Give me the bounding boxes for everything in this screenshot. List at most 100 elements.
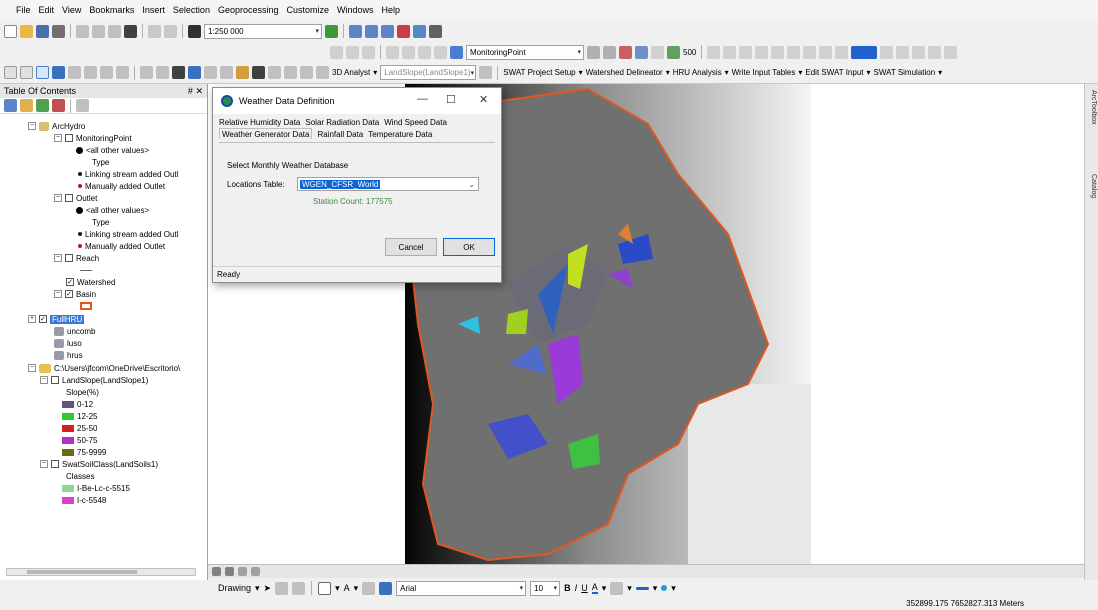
italic-icon[interactable]: I bbox=[575, 583, 578, 593]
menu-view[interactable]: View bbox=[62, 5, 81, 15]
toc-table-hrus[interactable]: hrus bbox=[54, 349, 83, 361]
color-swatch-icon[interactable] bbox=[851, 45, 878, 59]
font-size-combo[interactable]: 10 ▾ bbox=[530, 580, 561, 596]
pause-drawing-icon[interactable] bbox=[251, 567, 260, 576]
menu-file[interactable]: File bbox=[16, 5, 31, 15]
effects-icon[interactable] bbox=[896, 45, 910, 59]
locations-table-select[interactable]: WGEN_CFSR_World ⌄ bbox=[297, 177, 479, 191]
new-document-icon[interactable] bbox=[4, 24, 17, 38]
target-layer-combo[interactable]: MonitoringPoint ▾ bbox=[466, 44, 584, 60]
trace-tool-icon[interactable] bbox=[362, 45, 375, 59]
measure-icon[interactable] bbox=[236, 66, 249, 79]
paste-icon[interactable] bbox=[108, 24, 121, 38]
sketch-tool-icon[interactable] bbox=[330, 45, 343, 59]
swipe-icon[interactable] bbox=[912, 45, 926, 59]
display-icon[interactable] bbox=[587, 45, 600, 59]
refresh-icon[interactable] bbox=[238, 567, 247, 576]
forward-extent-icon[interactable] bbox=[116, 66, 129, 79]
visibility-checkbox[interactable]: ✓ bbox=[66, 278, 74, 286]
select-elements-icon[interactable] bbox=[172, 66, 185, 79]
horizontal-scrollbar[interactable] bbox=[6, 568, 196, 576]
toc-layer-watershed[interactable]: ✓ Watershed bbox=[66, 276, 115, 288]
add-data-icon[interactable] bbox=[188, 24, 201, 38]
time-slider-icon[interactable] bbox=[300, 66, 313, 79]
open-folder-icon[interactable] bbox=[20, 24, 33, 38]
find-route-icon[interactable] bbox=[268, 66, 281, 79]
flag-icon[interactable] bbox=[619, 45, 632, 59]
editor-toolbar-icon[interactable] bbox=[325, 24, 338, 38]
transparency-icon[interactable] bbox=[944, 45, 958, 59]
scrollbar-thumb[interactable] bbox=[27, 570, 137, 574]
snap-vertex-icon[interactable] bbox=[755, 45, 769, 59]
identify-icon[interactable] bbox=[188, 66, 201, 79]
model-builder-icon[interactable] bbox=[429, 24, 442, 38]
toc-group-archydro[interactable]: − ArcHydro bbox=[28, 120, 85, 132]
visibility-checkbox[interactable]: ✓ bbox=[39, 315, 47, 323]
collapse-icon[interactable]: − bbox=[40, 376, 48, 384]
tab-solar-radiation[interactable]: Solar Radiation Data bbox=[305, 118, 379, 127]
interpolate-icon[interactable] bbox=[479, 66, 493, 79]
table-icon[interactable] bbox=[787, 45, 801, 59]
dropdown-icon[interactable] bbox=[880, 45, 894, 59]
html-popup-icon[interactable] bbox=[220, 66, 233, 79]
pin-icon[interactable]: # bbox=[188, 86, 193, 96]
full-extent-icon[interactable] bbox=[52, 66, 65, 79]
layout-view-icon[interactable] bbox=[225, 567, 234, 576]
visibility-checkbox[interactable] bbox=[65, 254, 73, 262]
vertex-tool-icon[interactable] bbox=[346, 45, 359, 59]
menu-bookmarks[interactable]: Bookmarks bbox=[89, 5, 134, 15]
snap-edge-icon[interactable] bbox=[771, 45, 785, 59]
edit-vertices-icon[interactable] bbox=[362, 581, 376, 595]
save-icon[interactable] bbox=[36, 24, 49, 38]
tolerance-value[interactable]: 500 bbox=[683, 48, 696, 57]
select-features-icon[interactable] bbox=[140, 66, 153, 79]
fixed-zoom-in-icon[interactable] bbox=[68, 66, 81, 79]
undo-icon[interactable] bbox=[148, 24, 161, 38]
text-tool-icon[interactable]: A bbox=[344, 583, 350, 593]
toc-layer-soils[interactable]: − SwatSoilClass(LandSoils1) bbox=[40, 458, 158, 470]
grid-icon[interactable] bbox=[651, 45, 664, 59]
tab-wind-speed[interactable]: Wind Speed Data bbox=[384, 118, 447, 127]
print-icon[interactable] bbox=[52, 24, 65, 38]
select-elements-icon[interactable]: ➤ bbox=[264, 583, 272, 594]
ok-button[interactable]: OK bbox=[443, 238, 495, 256]
snapping-icon[interactable] bbox=[707, 45, 721, 59]
toc-layer-basin[interactable]: − ✓ Basin bbox=[54, 288, 96, 300]
font-color-icon[interactable]: A bbox=[591, 582, 598, 594]
list-by-selection-icon[interactable] bbox=[52, 99, 65, 112]
go-to-xy-icon[interactable] bbox=[284, 66, 297, 79]
catalog-window-icon[interactable] bbox=[365, 24, 378, 38]
visibility-checkbox[interactable] bbox=[51, 376, 59, 384]
menu-selection[interactable]: Selection bbox=[173, 5, 210, 15]
viewer-icon[interactable] bbox=[316, 66, 329, 79]
toc-layer-fullhru[interactable]: + ✓ FullHRU bbox=[28, 313, 85, 325]
collapse-icon[interactable]: − bbox=[28, 122, 36, 130]
menu-insert[interactable]: Insert bbox=[142, 5, 165, 15]
analyst-layer-combo[interactable]: LandSlope(LandSlope1) ▾ bbox=[380, 65, 477, 80]
arctoolbox-tab[interactable]: ArcToolbox bbox=[1087, 90, 1097, 125]
toc-table-luso[interactable]: luso bbox=[54, 337, 82, 349]
expand-icon[interactable]: + bbox=[28, 315, 36, 323]
list-by-visibility-icon[interactable] bbox=[36, 99, 49, 112]
visibility-checkbox[interactable]: ✓ bbox=[65, 290, 73, 298]
cancel-button[interactable]: Cancel bbox=[385, 238, 437, 256]
data-view-icon[interactable] bbox=[212, 567, 221, 576]
flicker-icon[interactable] bbox=[928, 45, 942, 59]
font-combo[interactable]: Arial ▾ bbox=[396, 580, 527, 596]
menu-help[interactable]: Help bbox=[382, 5, 401, 15]
pan-icon[interactable] bbox=[36, 66, 49, 79]
visibility-checkbox[interactable] bbox=[65, 134, 73, 142]
collapse-icon[interactable]: − bbox=[54, 194, 62, 202]
collapse-icon[interactable]: − bbox=[54, 254, 62, 262]
menu-edit[interactable]: Edit bbox=[39, 5, 55, 15]
collapse-icon[interactable]: − bbox=[54, 290, 62, 298]
edit-swat-input-menu[interactable]: Edit SWAT Input bbox=[805, 68, 863, 77]
cut-icon[interactable] bbox=[76, 24, 89, 38]
collapse-icon[interactable]: − bbox=[28, 364, 36, 372]
maximize-icon[interactable]: ☐ bbox=[446, 93, 456, 106]
menu-geoprocessing[interactable]: Geoprocessing bbox=[218, 5, 279, 15]
reshape-icon[interactable] bbox=[402, 45, 415, 59]
visibility-checkbox[interactable] bbox=[65, 194, 73, 202]
list-by-source-icon[interactable] bbox=[20, 99, 33, 112]
attribute-table-icon[interactable] bbox=[803, 45, 817, 59]
